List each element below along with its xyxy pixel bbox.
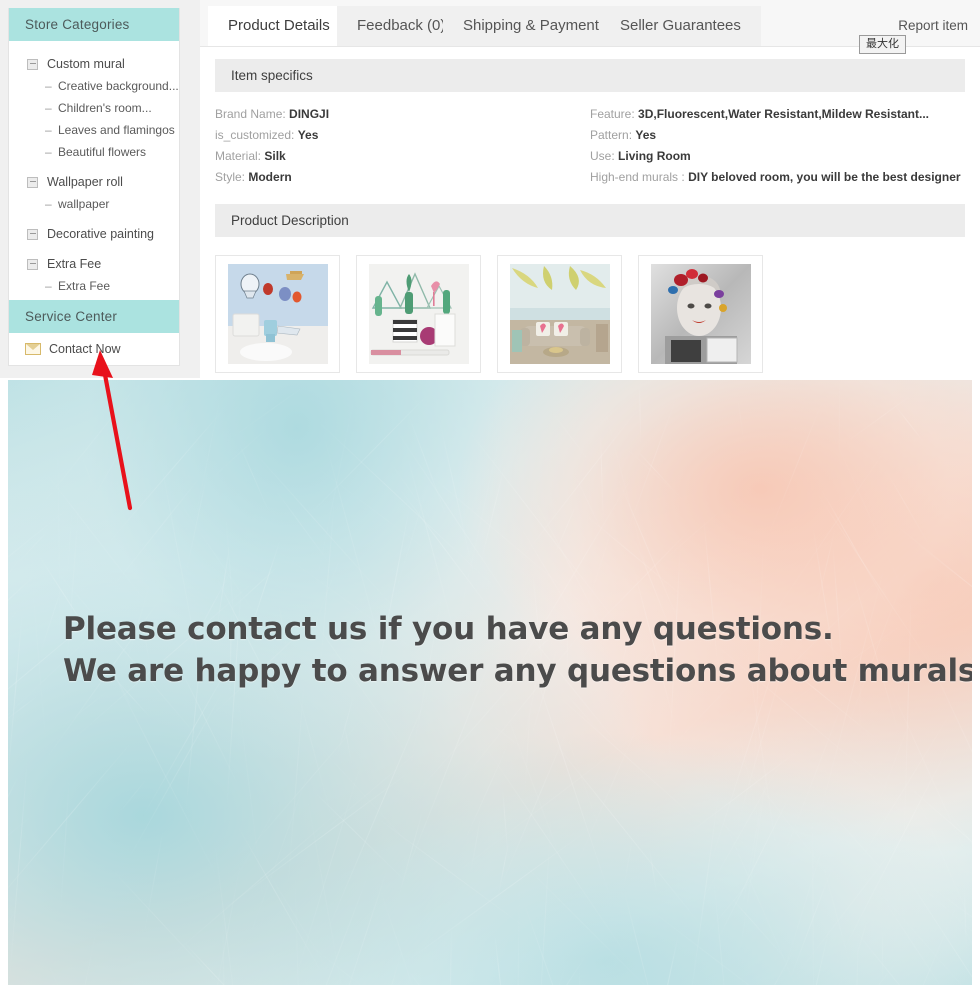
spec-row: Material: Silk: [215, 146, 329, 167]
spec-value: Yes: [635, 128, 657, 142]
item-specifics-header: Item specifics: [215, 59, 965, 92]
category-node-creative-background[interactable]: – Creative background...: [9, 75, 179, 97]
category-node-wallpaper-roll[interactable]: Wallpaper roll: [9, 171, 179, 193]
dash-icon: –: [45, 197, 52, 211]
category-tree: Custom mural – Creative background... – …: [9, 41, 179, 341]
contact-now-button[interactable]: Contact Now: [9, 333, 179, 365]
spec-row: Use: Living Room: [590, 146, 961, 167]
category-node-beautiful-flowers[interactable]: – Beautiful flowers: [9, 141, 179, 163]
thumbnail-image: [227, 264, 328, 364]
category-label: Wallpaper roll: [47, 175, 123, 189]
tab-seller-guarantees[interactable]: Seller Guarantees: [600, 6, 761, 46]
tab-bar: Product Details Feedback (0) Shipping & …: [200, 0, 980, 54]
spec-value: DIY beloved room, you will be the best d…: [688, 170, 961, 184]
product-description-thumbnails: [215, 255, 975, 373]
category-node-extra-fee[interactable]: Extra Fee: [9, 253, 179, 275]
spec-value: 3D,Fluorescent,Water Resistant,Mildew Re…: [638, 107, 930, 121]
promo-banner: Please contact us if you have any questi…: [8, 380, 972, 985]
spec-key: Use:: [590, 149, 615, 163]
category-node-custom-mural[interactable]: Custom mural: [9, 53, 179, 75]
service-center-title: Service Center: [9, 300, 179, 333]
category-label: Beautiful flowers: [58, 145, 147, 159]
mural-illustration-icon: [227, 264, 328, 364]
service-center-panel-body: Service Center Contact Now: [8, 300, 180, 366]
item-specifics-right-column: Feature: 3D,Fluorescent,Water Resistant,…: [590, 104, 961, 188]
envelope-icon: [25, 343, 41, 355]
spec-row: Pattern: Yes: [590, 125, 961, 146]
category-label: Extra Fee: [47, 257, 102, 271]
collapse-box-icon[interactable]: [27, 58, 38, 70]
mural-illustration-icon: [650, 264, 751, 364]
category-node-childrens-room[interactable]: – Children's room...: [9, 97, 179, 119]
service-center-panel: Service Center Contact Now: [8, 300, 180, 366]
thumbnail-kids-room-hot-air-balloon-mural[interactable]: [215, 255, 340, 373]
spec-key: Style:: [215, 170, 246, 184]
spec-row: Feature: 3D,Fluorescent,Water Resistant,…: [590, 104, 961, 125]
dash-icon: –: [45, 101, 52, 115]
thumbnail-image: [368, 264, 469, 364]
tab-product-details[interactable]: Product Details: [208, 6, 350, 46]
spec-value: Silk: [264, 149, 286, 163]
category-node-decorative-painting[interactable]: Decorative painting: [9, 223, 179, 245]
category-node-extra-fee-child[interactable]: – Extra Fee: [9, 275, 179, 297]
category-label: wallpaper: [58, 197, 110, 211]
collapse-box-icon[interactable]: [27, 258, 38, 270]
product-description-header: Product Description: [215, 204, 965, 237]
thumbnail-image: [650, 264, 751, 364]
banner-text-block: Please contact us if you have any questi…: [63, 608, 972, 692]
category-label: Creative background...: [58, 79, 179, 93]
store-categories-panel: Store Categories Custom mural – Creative…: [8, 8, 180, 342]
contact-now-label: Contact Now: [49, 342, 121, 356]
maximize-tooltip[interactable]: 最大化: [859, 35, 906, 54]
tab-shipping-payment[interactable]: Shipping & Payment: [443, 6, 619, 46]
sidebar: Store Categories Custom mural – Creative…: [8, 8, 180, 342]
spec-row: High-end murals : DIY beloved room, you …: [590, 167, 961, 188]
category-label: Decorative painting: [47, 227, 155, 241]
category-label: Custom mural: [47, 57, 125, 71]
spec-key: Material:: [215, 149, 262, 163]
dash-icon: –: [45, 279, 52, 293]
spec-row: is_customized: Yes: [215, 125, 329, 146]
page-top-region: Store Categories Custom mural – Creative…: [0, 0, 980, 378]
category-label: Children's room...: [58, 101, 152, 115]
spec-key: Pattern:: [590, 128, 633, 142]
thumbnail-marilyn-monroe-graffiti-mural[interactable]: [638, 255, 763, 373]
mural-illustration-icon: [368, 264, 469, 364]
store-categories-title: Store Categories: [9, 8, 179, 41]
mural-illustration-icon: [509, 264, 610, 364]
spec-key: is_customized:: [215, 128, 295, 142]
spec-key: Feature:: [590, 107, 635, 121]
item-specifics-left-column: Brand Name: DINGJI is_customized: Yes Ma…: [215, 104, 329, 188]
banner-line-1: Please contact us if you have any questi…: [63, 611, 834, 647]
spec-key: Brand Name:: [215, 107, 286, 121]
spec-row: Brand Name: DINGJI: [215, 104, 329, 125]
item-specifics-table: Brand Name: DINGJI is_customized: Yes Ma…: [215, 104, 965, 190]
dash-icon: –: [45, 123, 52, 137]
banner-line-2: We are happy to answer any questions abo…: [63, 653, 972, 689]
thumbnail-cactus-flamingo-nordic-mural[interactable]: [356, 255, 481, 373]
category-label: Leaves and flamingos: [58, 123, 175, 137]
spec-value: Living Room: [618, 149, 691, 163]
spec-value: Yes: [297, 128, 319, 142]
collapse-box-icon[interactable]: [27, 228, 38, 240]
dash-icon: –: [45, 79, 52, 93]
spec-row: Style: Modern: [215, 167, 329, 188]
spec-value: Modern: [248, 170, 292, 184]
dash-icon: –: [45, 145, 52, 159]
category-node-leaves-and-flamingos[interactable]: – Leaves and flamingos: [9, 119, 179, 141]
spec-value: DINGJI: [289, 107, 330, 121]
thumbnail-tropical-palm-leaf-flamingo-mural[interactable]: [497, 255, 622, 373]
spec-key: High-end murals :: [590, 170, 685, 184]
thumbnail-image: [509, 264, 610, 364]
report-item-link[interactable]: Report item: [898, 6, 968, 46]
category-node-wallpaper[interactable]: – wallpaper: [9, 193, 179, 215]
collapse-box-icon[interactable]: [27, 176, 38, 188]
category-label: Extra Fee: [58, 279, 111, 293]
